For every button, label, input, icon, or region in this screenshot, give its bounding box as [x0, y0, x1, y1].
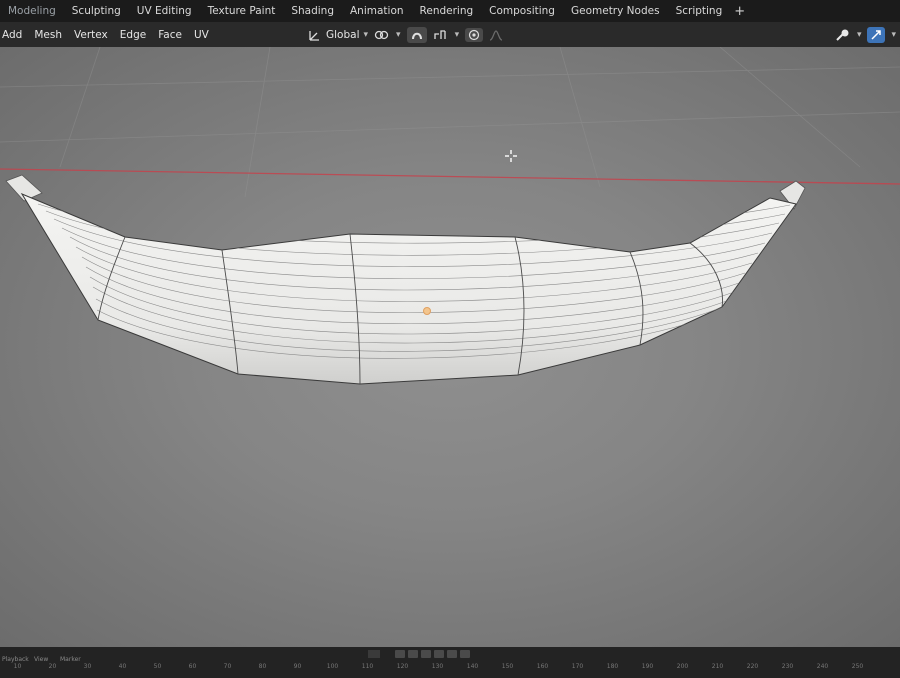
tab-shading[interactable]: Shading: [283, 5, 342, 17]
menu-face[interactable]: Face: [152, 29, 188, 41]
frame-number: 150: [501, 663, 514, 670]
origin-icon: [423, 307, 431, 315]
frame-number: 230: [781, 663, 794, 670]
menu-edge[interactable]: Edge: [114, 29, 152, 41]
frame-number: 20: [48, 663, 57, 670]
frame-number: 120: [396, 663, 409, 670]
falloff-icon[interactable]: [489, 29, 503, 41]
tab-geometry-nodes[interactable]: Geometry Nodes: [563, 5, 668, 17]
frame-number: 170: [571, 663, 584, 670]
transform-orientation-label: Global: [326, 28, 360, 41]
gizmo-chevron-icon[interactable]: ▾: [891, 30, 896, 40]
frame-number: 110: [361, 663, 374, 670]
timeline-view-menu[interactable]: View: [34, 656, 48, 663]
3d-viewport[interactable]: [0, 47, 900, 647]
jump-start-button[interactable]: [395, 650, 405, 658]
tab-modeling[interactable]: Modeling: [0, 5, 64, 17]
play-reverse-button[interactable]: [421, 650, 431, 658]
frame-number: 80: [258, 663, 267, 670]
frame-number: 40: [118, 663, 127, 670]
tab-texture-paint[interactable]: Texture Paint: [200, 5, 284, 17]
frame-number: 100: [326, 663, 339, 670]
frame-number: 180: [606, 663, 619, 670]
gizmo-icon[interactable]: [867, 26, 886, 43]
prev-keyframe-button[interactable]: [408, 650, 418, 658]
orientation-icon: [308, 28, 322, 42]
add-workspace-button[interactable]: +: [730, 4, 749, 19]
frame-number: 90: [293, 663, 302, 670]
blender-window: Modeling Sculpting UV Editing Texture Pa…: [0, 0, 900, 678]
workspace-tabs: Modeling Sculpting UV Editing Texture Pa…: [0, 0, 900, 22]
jump-end-button[interactable]: [460, 650, 470, 658]
chevron-down-icon: ▾: [363, 29, 369, 40]
timeline-marker-menu[interactable]: Marker: [60, 656, 81, 663]
frame-number: 50: [153, 663, 162, 670]
tab-sculpting[interactable]: Sculpting: [64, 5, 129, 17]
header-right-tools: ▾ ▾: [835, 22, 896, 47]
frame-ruler[interactable]: 10 20 30 40 50 60 70 80 90 100 110 120 1…: [0, 663, 900, 675]
tab-compositing[interactable]: Compositing: [481, 5, 563, 17]
frame-number: 160: [536, 663, 549, 670]
cursor-crosshair-icon[interactable]: [505, 150, 517, 162]
viewport-header: Add Mesh Vertex Edge Face UV Global ▾ ▾: [0, 22, 900, 47]
header-tools: Global ▾ ▾ ▾: [308, 22, 503, 47]
pivot-chevron-icon[interactable]: ▾: [396, 30, 401, 40]
tab-rendering[interactable]: Rendering: [412, 5, 482, 17]
timeline: Playback View Marker 10 20 30 40 50 60 7…: [0, 647, 900, 678]
frame-number: 60: [188, 663, 197, 670]
mesh-object[interactable]: [5, 174, 806, 385]
view-object-types-icon[interactable]: [835, 28, 851, 42]
play-button[interactable]: [434, 650, 444, 658]
tab-animation[interactable]: Animation: [342, 5, 412, 17]
playback-controls: [395, 650, 470, 660]
transform-orientation-dropdown[interactable]: Global ▾: [308, 28, 368, 42]
snap-icon[interactable]: [406, 26, 427, 43]
timeline-playback-menu[interactable]: Playback: [2, 656, 29, 663]
menu-mesh[interactable]: Mesh: [28, 29, 68, 41]
frame-number: 130: [431, 663, 444, 670]
tab-scripting[interactable]: Scripting: [668, 5, 731, 17]
frame-number: 190: [641, 663, 654, 670]
next-keyframe-button[interactable]: [447, 650, 457, 658]
menu-uv[interactable]: UV: [188, 29, 215, 41]
x-axis-line: [0, 168, 900, 185]
snap-chevron-icon[interactable]: ▾: [455, 30, 460, 40]
frame-number: 220: [746, 663, 759, 670]
frame-number: 140: [466, 663, 479, 670]
grid-floor: [0, 47, 900, 198]
menu-add[interactable]: Add: [0, 29, 28, 41]
frame-number: 210: [711, 663, 724, 670]
frame-number: 10: [13, 663, 22, 670]
snap-target-icon[interactable]: [433, 28, 449, 42]
frame-number: 200: [676, 663, 689, 670]
frame-number: 250: [851, 663, 864, 670]
frame-number: 240: [816, 663, 829, 670]
pivot-icon[interactable]: [374, 28, 390, 42]
frame-number: 30: [83, 663, 92, 670]
proportional-edit-icon[interactable]: [465, 27, 484, 42]
tab-uv-editing[interactable]: UV Editing: [129, 5, 200, 17]
keyframe-indicator: [368, 650, 380, 658]
frame-number: 70: [223, 663, 232, 670]
menu-vertex[interactable]: Vertex: [68, 29, 114, 41]
view-types-chevron-icon[interactable]: ▾: [857, 30, 862, 40]
